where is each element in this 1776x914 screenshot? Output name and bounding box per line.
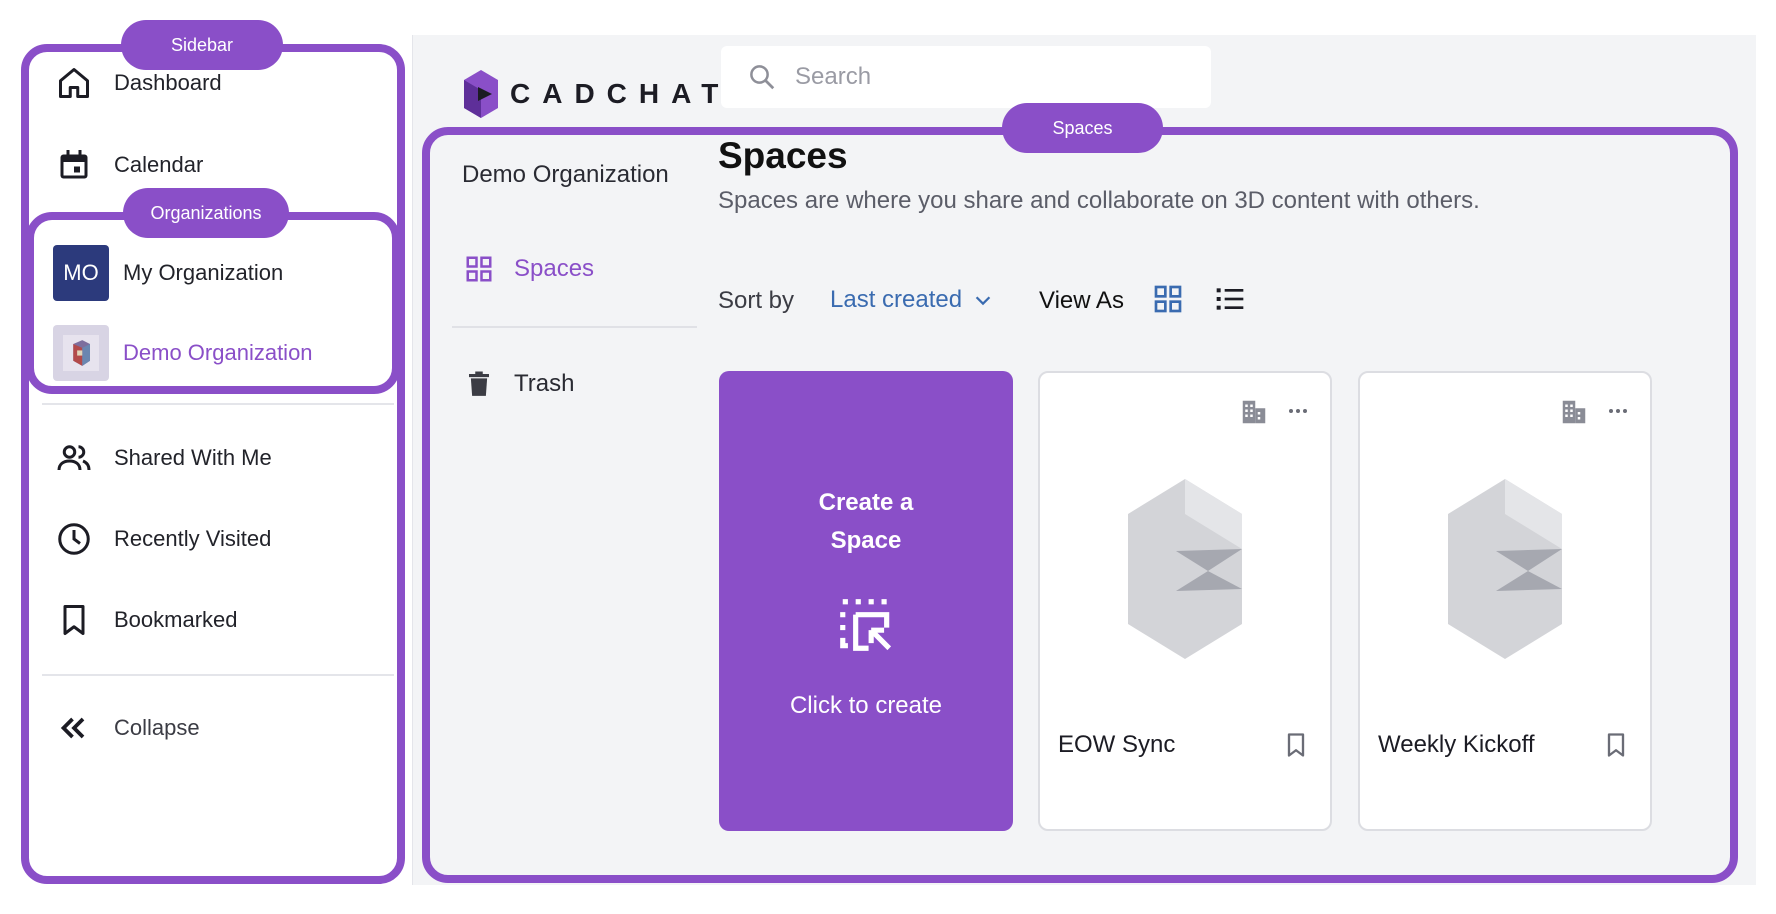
organizations-annotation-outline — [26, 212, 400, 394]
cadchat-logo-icon — [464, 70, 498, 118]
search-bar[interactable]: Search — [721, 46, 1211, 108]
search-input[interactable]: Search — [795, 63, 871, 91]
brand-logo[interactable]: CADCHAT — [464, 70, 730, 118]
sidebar-annotation-label: Sidebar — [121, 20, 283, 70]
organizations-annotation-label: Organizations — [123, 188, 289, 238]
brand-name: CADCHAT — [510, 78, 731, 109]
sidebar-annotation-outline — [21, 44, 405, 884]
spaces-annotation-outline — [422, 127, 1738, 883]
search-icon — [750, 65, 775, 90]
spaces-annotation-label: Spaces — [1002, 103, 1163, 153]
